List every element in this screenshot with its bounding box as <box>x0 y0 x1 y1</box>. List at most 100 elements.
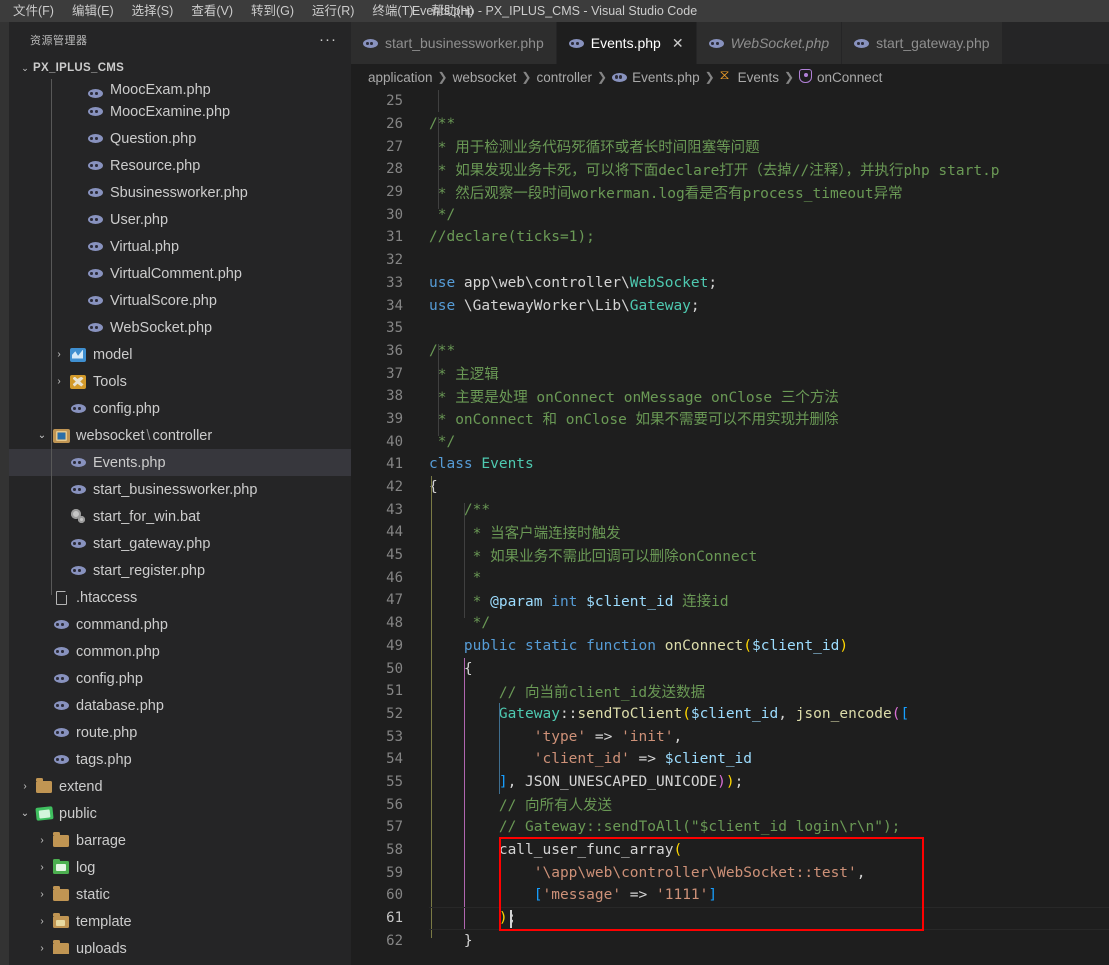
php-file-icon <box>854 35 870 51</box>
tree-file-row[interactable]: Virtual.php <box>9 233 351 260</box>
breadcrumb-item[interactable]: Events <box>717 69 782 85</box>
tree-item-label: uploads <box>76 940 127 955</box>
tree-file-row[interactable]: Resource.php <box>9 152 351 179</box>
tree-folder-row[interactable]: ⌄ websocket \ controller <box>9 422 351 449</box>
code-line[interactable]: 31 //declare(ticks=1); <box>351 226 1109 249</box>
code-line[interactable]: 42{ <box>351 476 1109 499</box>
code-line[interactable]: 30 */ <box>351 203 1109 226</box>
file-tree[interactable]: MoocExam.php MoocExamine.php Question.php R… <box>9 79 351 954</box>
code-line[interactable]: 41 class Events <box>351 453 1109 476</box>
tree-file-row[interactable]: start_businessworker.php <box>9 476 351 503</box>
code-editor[interactable]: 25 26/** 27 * 用于检测业务代码死循环或者长时间阻塞等问题 28 * 如果… <box>351 90 1109 965</box>
code-line[interactable]: 40 */ <box>351 430 1109 453</box>
menu-item-1[interactable]: 编辑(E) <box>63 0 123 22</box>
chevron-right-icon[interactable]: › <box>34 862 50 873</box>
code-line[interactable]: 39 * onConnect 和 onClose 如果不需要可以不用实现并删除 <box>351 408 1109 431</box>
menu-item-4[interactable]: 转到(G) <box>242 0 303 22</box>
code-line[interactable]: 36 /** <box>351 340 1109 363</box>
chevron-right-icon[interactable]: › <box>51 376 67 387</box>
tree-item-label: VirtualScore.php <box>110 292 217 309</box>
tree-file-row[interactable]: start_register.php <box>9 557 351 584</box>
workspace-root-row[interactable]: ⌄ PX_IPLUS_CMS <box>9 57 351 79</box>
tree-file-row[interactable]: config.php <box>9 665 351 692</box>
breadcrumb-item[interactable]: onConnect <box>796 68 885 86</box>
activity-bar[interactable] <box>0 22 9 965</box>
breadcrumb-item[interactable]: Events.php <box>609 70 703 85</box>
chevron-down-icon[interactable]: ⌄ <box>17 808 33 819</box>
code-line[interactable]: 27 * 用于检测业务代码死循环或者长时间阻塞等问题 <box>351 135 1109 158</box>
tree-file-row[interactable]: User.php <box>9 206 351 233</box>
tree-file-row[interactable]: command.php <box>9 611 351 638</box>
menu-item-5[interactable]: 运行(R) <box>303 0 363 22</box>
chevron-right-icon[interactable]: › <box>34 916 50 927</box>
tree-file-row[interactable]: Sbusinessworker.php <box>9 179 351 206</box>
code-text: * 如果发现业务卡死，可以将下面declare打开（去掉//注释），并执行php… <box>429 162 1000 179</box>
tree-file-row[interactable]: MoocExamine.php <box>9 98 351 125</box>
breadcrumb[interactable]: application ❯ websocket ❯ controller ❯ Events.… <box>351 64 1109 90</box>
menu-item-7[interactable]: 帮助(H) <box>422 0 482 22</box>
breadcrumb-item[interactable]: application <box>365 70 436 85</box>
code-line[interactable]: 62 } <box>351 929 1109 952</box>
more-actions-icon[interactable]: ··· <box>319 32 337 47</box>
tree-file-row[interactable]: database.php <box>9 692 351 719</box>
editor-tab[interactable]: start_gateway.php <box>842 22 1003 64</box>
tree-folder-row[interactable]: › extend <box>9 773 351 800</box>
menu-item-0[interactable]: 文件(F) <box>4 0 63 22</box>
chevron-right-icon[interactable]: › <box>34 943 50 954</box>
menu-item-3[interactable]: 查看(V) <box>182 0 242 22</box>
tree-folder-row[interactable]: › uploads <box>9 935 351 954</box>
folder-icon <box>33 778 55 793</box>
code-text: //declare(ticks=1); <box>429 229 595 246</box>
tree-file-row[interactable]: Events.php <box>9 449 351 476</box>
chevron-right-icon[interactable]: › <box>34 835 50 846</box>
tree-folder-row[interactable]: › model <box>9 341 351 368</box>
code-line[interactable]: 25 <box>351 90 1109 113</box>
code-line[interactable]: 38 * 主要是处理 onConnect onMessage onClose 三… <box>351 385 1109 408</box>
tree-file-row[interactable]: Question.php <box>9 125 351 152</box>
editor-tab[interactable]: start_businessworker.php <box>351 22 557 64</box>
tree-file-row[interactable]: start_for_win.bat <box>9 503 351 530</box>
tree-file-row[interactable]: VirtualComment.php <box>9 260 351 287</box>
code-line[interactable]: 33 use app\web\controller\WebSocket; <box>351 272 1109 295</box>
editor-tab[interactable]: WebSocket.php <box>696 22 843 64</box>
code-line[interactable]: 37 * 主逻辑 <box>351 362 1109 385</box>
close-icon[interactable]: ✕ <box>672 35 684 52</box>
tree-folder-row[interactable]: › Tools <box>9 368 351 395</box>
tree-folder-row[interactable]: › static <box>9 881 351 908</box>
tree-file-row[interactable]: start_gateway.php <box>9 530 351 557</box>
chevron-right-icon[interactable]: › <box>17 781 33 792</box>
tree-file-row[interactable]: VirtualScore.php <box>9 287 351 314</box>
line-number: 46 <box>386 569 403 586</box>
tree-file-row[interactable]: MoocExam.php <box>9 79 351 98</box>
chevron-right-icon[interactable]: › <box>51 349 67 360</box>
tree-file-row[interactable]: tags.php <box>9 746 351 773</box>
menu-item-2[interactable]: 选择(S) <box>123 0 183 22</box>
chevron-right-icon[interactable]: › <box>34 889 50 900</box>
tree-folder-row[interactable]: ⌄ public <box>9 800 351 827</box>
tree-folder-row[interactable]: › barrage <box>9 827 351 854</box>
code-line[interactable]: 26 /** <box>351 113 1109 136</box>
tree-file-row[interactable]: route.php <box>9 719 351 746</box>
menu-bar[interactable]: 文件(F) 编辑(E) 选择(S) 查看(V) 转到(G) 运行(R) 终端(T) 帮助(H) <box>0 0 483 22</box>
code-line[interactable]: 34 use \GatewayWorker\Lib\Gateway; <box>351 294 1109 317</box>
code-line[interactable]: 29 * 然后观察一段时间workerman.log看是否有process_ti… <box>351 181 1109 204</box>
tree-file-row[interactable]: .htaccess <box>9 584 351 611</box>
line-number: 29 <box>386 184 403 201</box>
tree-file-row[interactable]: WebSocket.php <box>9 314 351 341</box>
editor-tab-bar[interactable]: start_businessworker.php Events.php ✕ WebSo… <box>351 22 1109 64</box>
breadcrumb-item[interactable]: controller <box>533 70 595 85</box>
websocket-folder-icon <box>50 428 72 443</box>
code-line[interactable]: 35 <box>351 317 1109 340</box>
tree-item-label: template <box>76 913 132 930</box>
tree-folder-row[interactable]: › template <box>9 908 351 935</box>
code-line[interactable]: 32 <box>351 249 1109 272</box>
editor-tab[interactable]: Events.php ✕ <box>556 22 697 64</box>
tree-folder-row[interactable]: › log <box>9 854 351 881</box>
breadcrumb-item[interactable]: websocket <box>450 70 520 85</box>
code-line[interactable]: 28 * 如果发现业务卡死，可以将下面declare打开（去掉//注释），并执行… <box>351 158 1109 181</box>
menu-item-6[interactable]: 终端(T) <box>363 0 422 22</box>
chevron-down-icon[interactable]: ⌄ <box>34 430 50 441</box>
tree-file-row[interactable]: common.php <box>9 638 351 665</box>
code-line[interactable]: 49 public static function onConnect($cli… <box>351 635 1109 658</box>
tree-file-row[interactable]: config.php <box>9 395 351 422</box>
